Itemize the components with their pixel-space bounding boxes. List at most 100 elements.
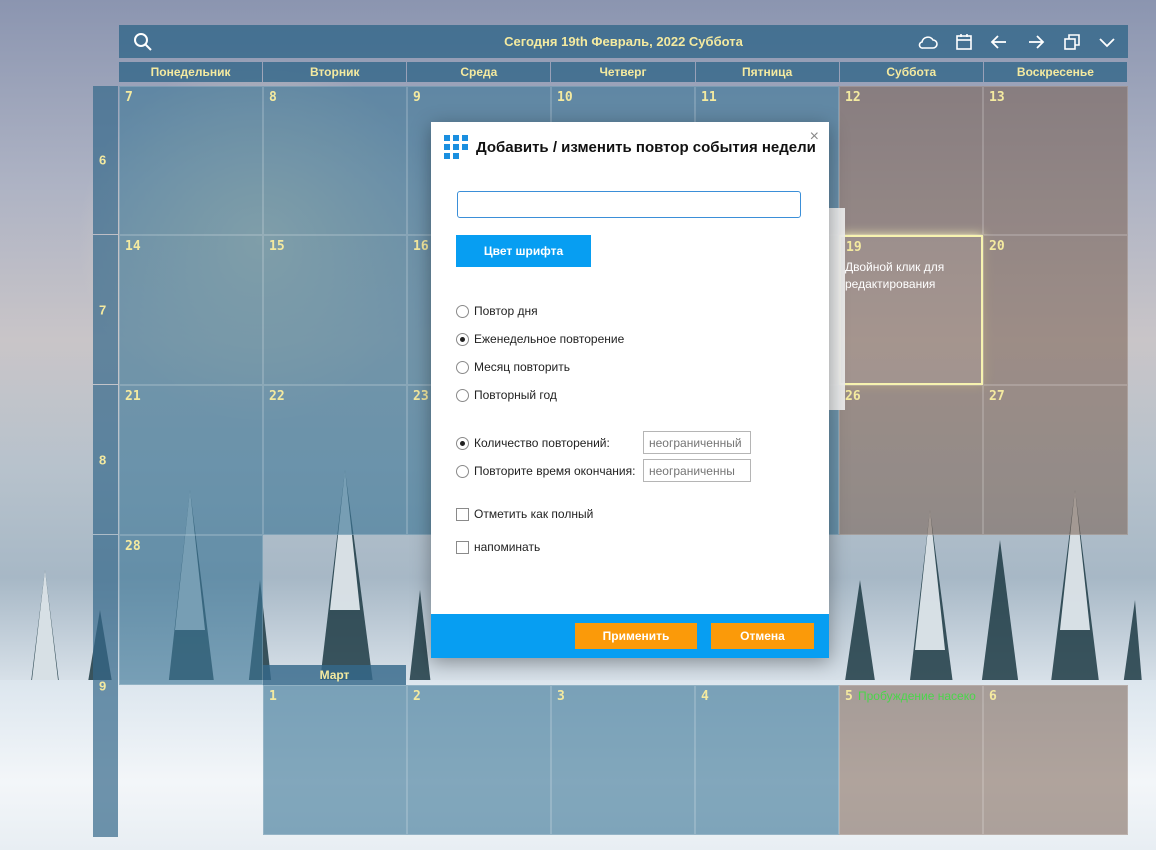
radio-circle[interactable]	[456, 464, 469, 478]
weekday-sunday: Воскресенье	[983, 62, 1127, 82]
day-number: 8	[269, 90, 277, 105]
radio-label: Количество повторений:	[474, 436, 610, 450]
day-cell[interactable]: 6	[983, 685, 1128, 835]
day-number: 5	[845, 689, 853, 704]
radio-repeat-day[interactable]: Повтор дня	[456, 304, 538, 318]
day-cell[interactable]: 2	[407, 685, 551, 835]
apply-button[interactable]: Применить	[575, 623, 697, 649]
side-edit-panel	[828, 208, 845, 410]
week-number-6: 6	[93, 86, 118, 234]
search-icon[interactable]	[131, 30, 155, 54]
chevron-down-icon[interactable]	[1095, 30, 1119, 54]
close-icon[interactable]: ×	[810, 128, 819, 146]
day-number: 19	[846, 240, 862, 255]
repeat-end-input[interactable]	[643, 459, 751, 482]
arrow-right-icon[interactable]	[1024, 30, 1048, 54]
restore-window-icon[interactable]	[1060, 30, 1084, 54]
radio-repeat-count[interactable]: Количество повторений:	[456, 436, 610, 450]
app-grid-icon	[444, 135, 468, 159]
radio-repeat-end-time[interactable]: Повторите время окончания:	[456, 464, 635, 478]
cancel-button[interactable]: Отмена	[711, 623, 814, 649]
weekday-thursday: Четверг	[551, 62, 695, 82]
checkbox-box[interactable]	[456, 507, 469, 521]
week-number-label: 7	[99, 302, 107, 317]
day-cell[interactable]: 26	[839, 385, 983, 535]
checkbox-label: напоминать	[474, 540, 541, 554]
font-color-button[interactable]: Цвет шрифта	[456, 235, 591, 267]
day-number: 20	[989, 239, 1005, 254]
day-number: 13	[989, 90, 1005, 105]
day-number: 27	[989, 389, 1005, 404]
week-number-label: 9	[99, 678, 107, 694]
radio-label: Еженедельное повторение	[474, 332, 625, 346]
current-date-title: Сегодня 19th Февраль, 2022 Суббота	[504, 34, 743, 49]
day-cell[interactable]: 28	[119, 535, 263, 685]
week-number-9: 9	[93, 535, 118, 837]
edit-hint: Двойной клик для редактирования	[845, 260, 945, 291]
arrow-left-icon[interactable]	[987, 30, 1011, 54]
repeat-event-dialog: Добавить / изменить повтор события недел…	[431, 122, 829, 658]
radio-label: Повторите время окончания:	[474, 464, 636, 478]
cloud-icon[interactable]	[916, 30, 940, 54]
day-number: 7	[125, 90, 133, 105]
day-number: 21	[125, 389, 141, 404]
day-number: 28	[125, 539, 141, 554]
event-text-input[interactable]	[457, 191, 801, 218]
dialog-title: Добавить / изменить повтор события недел…	[476, 139, 816, 156]
day-number: 9	[413, 90, 421, 105]
calendar-icon[interactable]	[952, 30, 976, 54]
day-cell[interactable]: 13	[983, 86, 1128, 235]
week-number-7: 7	[93, 235, 118, 384]
day-number: 2	[413, 689, 421, 704]
day-number: 26	[845, 389, 861, 404]
radio-circle[interactable]	[456, 332, 469, 346]
radio-circle[interactable]	[456, 388, 469, 402]
week-number-label: 6	[99, 152, 107, 168]
weekday-tuesday: Вторник	[263, 62, 407, 82]
day-number: 1	[269, 689, 277, 704]
radio-circle[interactable]	[456, 436, 469, 450]
day-cell[interactable]: 22	[263, 385, 407, 535]
day-cell[interactable]: 1	[263, 685, 407, 835]
checkbox-remind[interactable]: напоминать	[456, 540, 540, 554]
radio-circle[interactable]	[456, 360, 469, 374]
checkbox-box[interactable]	[456, 540, 469, 554]
day-number: 23	[413, 389, 429, 404]
day-number: 6	[989, 689, 997, 704]
radio-label: Месяц повторить	[474, 360, 570, 374]
checkbox-label: Отметить как полный	[474, 507, 594, 521]
day-cell[interactable]: 21	[119, 385, 263, 535]
day-number: 4	[701, 689, 709, 704]
day-cell[interactable]: 14	[119, 235, 263, 385]
day-cell[interactable]: 4	[695, 685, 839, 835]
weekday-header: Понедельник Вторник Среда Четверг Пятниц…	[119, 62, 1128, 82]
weekday-monday: Понедельник	[119, 62, 263, 82]
radio-label: Повтор дня	[474, 304, 538, 318]
day-cell[interactable]: 3	[551, 685, 695, 835]
day-cell[interactable]: 15	[263, 235, 407, 385]
day-number: 11	[701, 90, 717, 105]
day-cell[interactable]: 27	[983, 385, 1128, 535]
day-number: 3	[557, 689, 565, 704]
radio-repeat-month[interactable]: Месяц повторить	[456, 360, 570, 374]
radio-label: Повторный год	[474, 388, 557, 402]
day-cell[interactable]: 7	[119, 86, 263, 235]
month-label-march: Март	[263, 665, 406, 685]
day-number: 22	[269, 389, 285, 404]
week-number-label: 8	[99, 452, 107, 467]
checkbox-mark-complete[interactable]: Отметить как полный	[456, 507, 593, 521]
radio-repeat-year[interactable]: Повторный год	[456, 388, 557, 402]
day-cell[interactable]: 12	[839, 86, 983, 235]
day-number: 16	[413, 239, 429, 254]
radio-circle[interactable]	[456, 304, 469, 318]
day-cell[interactable]: 20	[983, 235, 1128, 385]
dialog-footer: Применить Отмена	[431, 614, 829, 658]
day-cell[interactable]: 8	[263, 86, 407, 235]
weekday-wednesday: Среда	[407, 62, 551, 82]
repeat-count-input[interactable]	[643, 431, 751, 454]
day-cell[interactable]: 5 Пробуждение насеко	[839, 685, 983, 835]
event-label[interactable]: Пробуждение насеко	[858, 689, 976, 703]
day-number: 15	[269, 239, 285, 254]
day-cell-today[interactable]: 19 Двойной клик для редактирования	[839, 235, 983, 385]
radio-repeat-week[interactable]: Еженедельное повторение	[456, 332, 624, 346]
